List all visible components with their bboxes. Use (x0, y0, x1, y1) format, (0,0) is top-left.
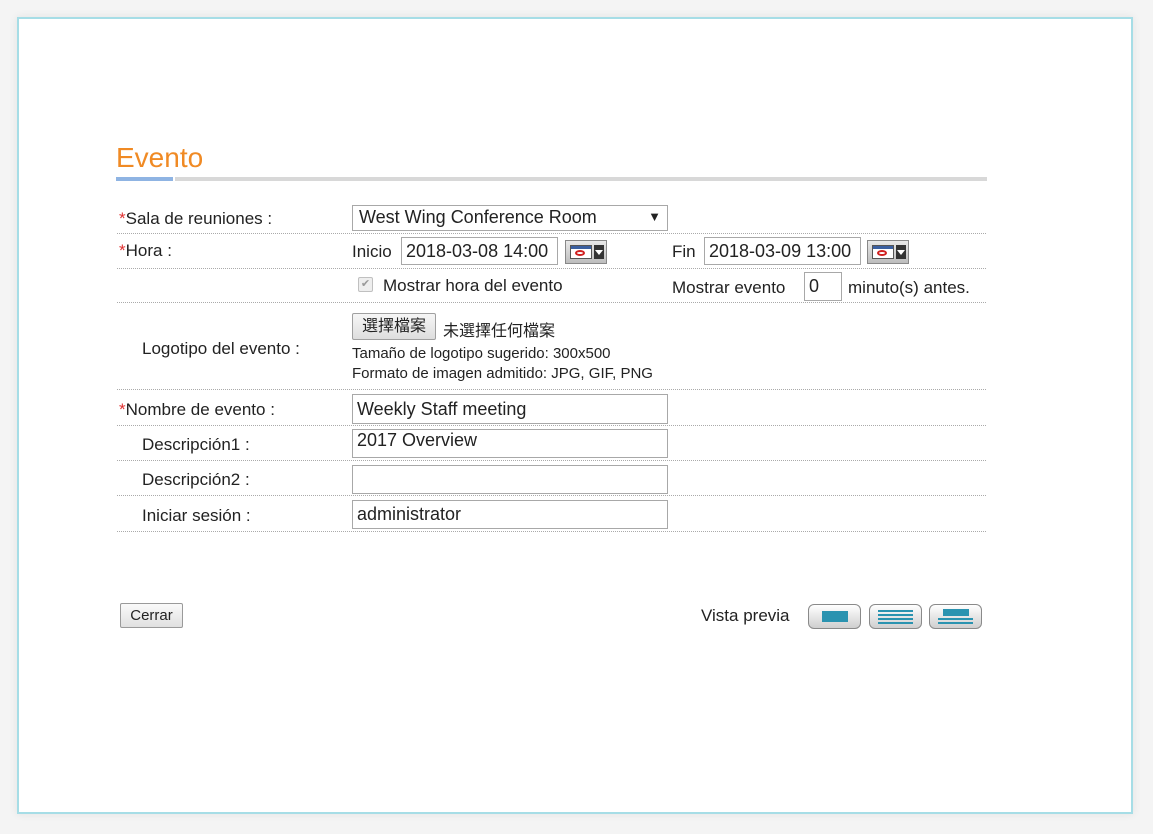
description1-input[interactable] (352, 429, 668, 458)
layout-line-icon (938, 622, 973, 624)
dropdown-arrow-icon (896, 245, 906, 259)
room-label-text: Sala de reuniones : (125, 209, 273, 228)
minutes-suffix: minuto(s) antes. (848, 278, 970, 297)
event-name-label-text: Nombre de evento : (125, 400, 275, 419)
description2-input[interactable] (352, 465, 668, 494)
layout-line-icon (878, 610, 913, 612)
close-button[interactable]: Cerrar (120, 603, 183, 628)
calendar-highlight-icon (575, 250, 585, 256)
logo-format-hint: Formato de imagen admitido: JPG, GIF, PN… (352, 365, 653, 382)
event-name-input[interactable] (352, 394, 668, 424)
calendar-highlight-icon (877, 250, 887, 256)
time-label: *Hora : (119, 241, 172, 261)
room-select-value: West Wing Conference Room (359, 207, 597, 227)
start-calendar-button[interactable] (565, 240, 607, 264)
chevron-down-icon: ▼ (648, 209, 661, 224)
layout-line-icon (878, 618, 913, 620)
minutes-before-input[interactable] (804, 272, 842, 301)
required-mark: * (119, 209, 126, 228)
room-select[interactable]: West Wing Conference Room ▼ (352, 205, 668, 231)
description1-label: Descripción1 : (142, 435, 250, 454)
preview-layout-1-button[interactable] (808, 604, 861, 629)
logo-size-hint: Tamaño de logotipo sugerido: 300x500 (352, 345, 611, 362)
room-label: *Sala de reuniones : (119, 209, 272, 229)
title-underline (175, 177, 987, 181)
start-time-input[interactable] (401, 237, 558, 265)
login-input[interactable] (352, 500, 668, 529)
login-label: Iniciar sesión : (142, 506, 251, 525)
layout-block-icon (822, 611, 848, 622)
preview-layout-2-button[interactable] (869, 604, 922, 629)
end-calendar-button[interactable] (867, 240, 909, 264)
choose-file-button[interactable]: 選擇檔案 (352, 313, 437, 340)
event-name-label: *Nombre de evento : (119, 400, 275, 420)
layout-block-icon (943, 609, 969, 616)
start-label: Inicio (352, 242, 392, 261)
show-before-label: Mostrar evento (672, 278, 786, 297)
dropdown-arrow-icon (594, 245, 604, 259)
layout-line-icon (938, 618, 973, 620)
preview-layout-3-button[interactable] (929, 604, 982, 629)
show-time-checkbox[interactable]: ✔ (358, 277, 373, 292)
time-label-text: Hora : (125, 241, 172, 260)
end-label: Fin (672, 242, 696, 261)
title-underline-accent (116, 177, 173, 181)
required-mark: * (119, 400, 126, 419)
preview-label: Vista previa (701, 606, 790, 625)
end-time-input[interactable] (704, 237, 861, 265)
layout-line-icon (878, 614, 913, 616)
layout-line-icon (878, 622, 913, 624)
required-mark: * (119, 241, 126, 260)
page-title: Evento (116, 142, 204, 173)
logo-label: Logotipo del evento : (142, 339, 300, 358)
show-time-label: Mostrar hora del evento (383, 276, 563, 295)
no-file-text: 未選擇任何檔案 (443, 323, 556, 340)
description2-label: Descripción2 : (142, 470, 250, 489)
